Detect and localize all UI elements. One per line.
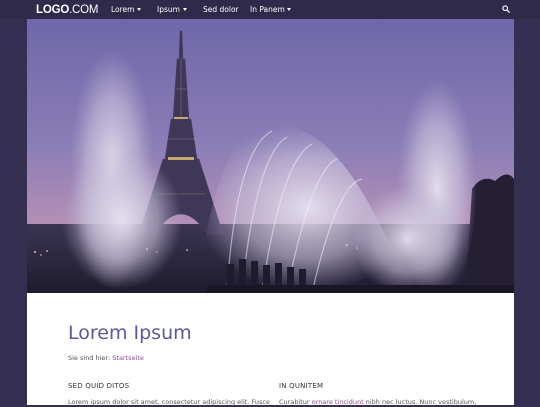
nav-item-label: Sed dolor [203, 5, 239, 14]
nav-item-label: Lorem [111, 5, 135, 14]
search-icon[interactable] [502, 5, 510, 13]
hero-image [27, 19, 514, 293]
site-logo[interactable]: LOGO.COM [36, 3, 98, 17]
breadcrumb: Sie sind hier: Startseite [68, 353, 144, 363]
breadcrumb-prefix: Sie sind hier: [68, 354, 111, 362]
column-heading: IN QUNITEM [279, 382, 324, 390]
content-panel: Lorem Ipsum Sie sind hier: Startseite SE… [27, 293, 514, 407]
nav-item-label: In Panem [250, 5, 285, 14]
nav-item-sed-dolor[interactable]: Sed dolor [203, 0, 239, 19]
column-text: Curabitur ornare tincidunt nibh nec luct… [279, 397, 476, 407]
chevron-down-icon[interactable] [287, 8, 291, 11]
nav-item-label: Ipsum [157, 5, 180, 14]
page-title: Lorem Ipsum [68, 322, 192, 344]
chevron-down-icon[interactable] [137, 8, 141, 11]
column-heading: SED QUID DITOS [68, 382, 130, 390]
nav-item-ipsum[interactable]: Ipsum [157, 0, 180, 19]
nav-item-lorem[interactable]: Lorem [111, 0, 134, 19]
top-navigation-bar: LOGO.COM Lorem Ipsum Sed dolor In Panem [0, 0, 540, 19]
column-text: Lorem ipsum dolor sit amet, consectetur … [68, 398, 270, 406]
breadcrumb-link-home[interactable]: Startseite [112, 354, 144, 362]
nav-item-in-panem[interactable]: In Panem [250, 0, 285, 19]
chevron-down-icon[interactable] [183, 8, 187, 11]
